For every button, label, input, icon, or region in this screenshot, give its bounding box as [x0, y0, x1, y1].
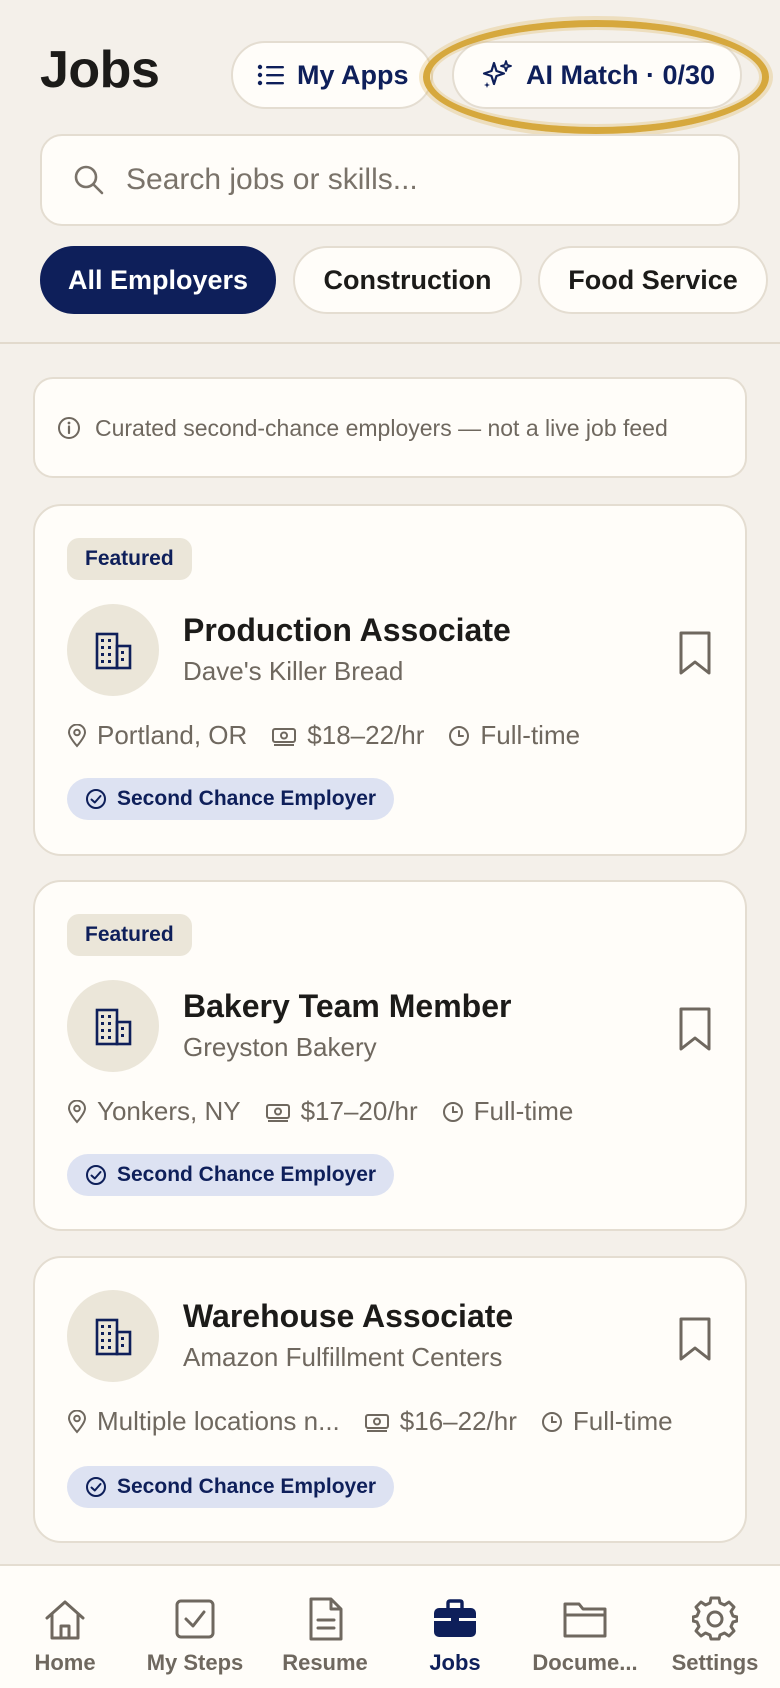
search-bar[interactable] [40, 134, 740, 226]
money-icon [364, 1413, 389, 1432]
company-logo [67, 1290, 159, 1382]
page-header: Jobs My Apps AI Match · 0/30 All Employe… [0, 0, 780, 342]
job-location: Yonkers, NY [97, 1096, 241, 1126]
company-logo [67, 604, 159, 696]
notice-text: Curated second-chance employers — not a … [95, 414, 668, 441]
job-pay: $18–22/hr [307, 720, 425, 750]
clock-icon [442, 1101, 463, 1122]
job-location: Multiple locations n... [97, 1406, 340, 1436]
filter-label: Food Service [568, 264, 738, 295]
second-chance-badge: Second Chance Employer [67, 1466, 395, 1508]
page-title: Jobs [40, 41, 160, 99]
gear-icon [692, 1596, 738, 1641]
check-circle-icon [86, 1477, 106, 1497]
folder-icon [563, 1602, 607, 1638]
tab-my-steps[interactable]: My Steps [130, 1566, 260, 1688]
job-pay: $17–20/hr [300, 1096, 418, 1126]
company-name: Dave's Killer Bread [183, 656, 404, 686]
badge-label: Second Chance Employer [117, 787, 377, 810]
bookmark-icon[interactable] [675, 630, 715, 676]
building-icon [95, 1318, 132, 1356]
tab-label: Home [34, 1650, 96, 1675]
home-icon [45, 1600, 85, 1640]
company-name: Amazon Fulfillment Centers [183, 1342, 503, 1372]
clock-icon [541, 1411, 562, 1432]
money-icon [265, 1103, 290, 1122]
badge-label: Second Chance Employer [117, 1163, 377, 1186]
tab-resume[interactable]: Resume [260, 1566, 390, 1688]
location-pin-icon [67, 723, 87, 748]
job-title: Production Associate [183, 612, 511, 648]
location-pin-icon [67, 1409, 87, 1434]
job-meta: Yonkers, NY $17–20/hr Full-time [67, 1096, 597, 1127]
check-circle-icon [86, 789, 106, 809]
job-location: Portland, OR [97, 720, 248, 750]
job-type: Full-time [572, 1406, 673, 1436]
checkbox-icon [175, 1599, 215, 1639]
briefcase-icon [434, 1599, 476, 1637]
tab-label: Resume [282, 1650, 368, 1675]
job-card[interactable]: Featured Production Associate Dave's Kil… [33, 504, 747, 856]
job-title: Warehouse Associate [183, 1298, 514, 1334]
filter-label: All Employers [67, 264, 249, 295]
job-meta: Portland, OR $18–22/hr Full-time [67, 720, 604, 751]
second-chance-badge: Second Chance Employer [67, 778, 395, 820]
filter-construction[interactable]: Construction [293, 246, 522, 314]
building-icon [95, 632, 132, 670]
document-icon [309, 1597, 343, 1641]
filter-all-employers[interactable]: All Employers [40, 246, 276, 314]
ai-match-button[interactable]: AI Match · 0/30 [452, 41, 742, 109]
bottom-tab-bar: Home My Steps Resume Jobs Docume... Sett… [0, 1564, 780, 1688]
tab-jobs[interactable]: Jobs [390, 1566, 520, 1688]
bookmark-icon[interactable] [675, 1006, 715, 1052]
filter-label: Construction [323, 264, 492, 295]
ai-match-label: AI Match · 0/30 [526, 59, 716, 90]
company-name: Greyston Bakery [183, 1032, 377, 1062]
badge-label: Second Chance Employer [117, 1475, 377, 1498]
location-pin-icon [67, 1099, 87, 1124]
clock-icon [449, 725, 470, 746]
sparkles-icon [482, 60, 512, 88]
info-icon [58, 416, 80, 439]
job-type: Full-time [480, 720, 581, 750]
my-apps-button[interactable]: My Apps [231, 41, 433, 109]
building-icon [95, 1008, 132, 1046]
tab-label: Jobs [429, 1650, 481, 1675]
filter-food-service[interactable]: Food Service [538, 246, 768, 314]
check-circle-icon [86, 1165, 106, 1185]
tab-label: My Steps [146, 1650, 244, 1675]
tab-settings[interactable]: Settings [650, 1566, 780, 1688]
money-icon [272, 727, 297, 746]
bookmark-icon[interactable] [675, 1316, 715, 1362]
list-icon [257, 64, 284, 86]
tab-documents[interactable]: Docume... [520, 1566, 650, 1688]
featured-badge: Featured [67, 914, 192, 956]
tab-label: Settings [671, 1650, 759, 1675]
header-divider [0, 342, 780, 344]
company-logo [67, 980, 159, 1072]
job-type: Full-time [473, 1096, 574, 1126]
featured-badge: Featured [67, 538, 192, 580]
job-title: Bakery Team Member [183, 988, 512, 1024]
tab-home[interactable]: Home [0, 1566, 130, 1688]
second-chance-badge: Second Chance Employer [67, 1154, 395, 1196]
search-icon [74, 165, 104, 195]
job-card[interactable]: Warehouse Associate Amazon Fulfillment C… [33, 1256, 747, 1543]
tab-label: Docume... [532, 1650, 638, 1675]
job-pay: $16–22/hr [399, 1406, 517, 1436]
search-input[interactable] [126, 163, 706, 197]
info-notice: Curated second-chance employers — not a … [33, 377, 747, 478]
job-meta: Multiple locations n... $16–22/hr Full-t… [67, 1406, 673, 1437]
job-card[interactable]: Featured Bakery Team Member Greyston Bak… [33, 880, 747, 1231]
my-apps-label: My Apps [297, 59, 409, 90]
